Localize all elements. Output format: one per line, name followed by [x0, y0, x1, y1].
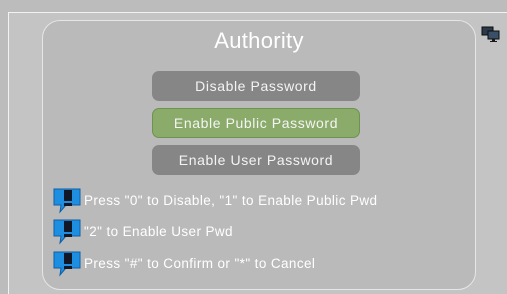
disable-password-button[interactable]: Disable Password	[152, 71, 360, 101]
hint-text: "2" to Enable User Pwd	[84, 223, 233, 239]
hint-text: Press "0" to Disable, "1" to Enable Publ…	[84, 192, 378, 208]
dialog-title: Authority	[214, 28, 304, 53]
hint-row: Press "0" to Disable, "1" to Enable Publ…	[52, 186, 377, 214]
speech-exclamation-icon	[52, 217, 84, 245]
enable-user-password-button[interactable]: Enable User Password	[152, 145, 360, 175]
hint-row: Press "#" to Confirm or "*" to Cancel	[52, 249, 315, 277]
speech-exclamation-icon	[52, 249, 84, 277]
hint-text: Press "#" to Confirm or "*" to Cancel	[84, 255, 316, 271]
screen-background: Authority Disable Password Enable Public…	[0, 0, 507, 294]
hint-row: "2" to Enable User Pwd	[52, 217, 233, 245]
speech-exclamation-icon	[52, 186, 84, 214]
dual-monitor-icon[interactable]	[481, 26, 501, 42]
enable-public-password-button[interactable]: Enable Public Password	[152, 108, 360, 138]
